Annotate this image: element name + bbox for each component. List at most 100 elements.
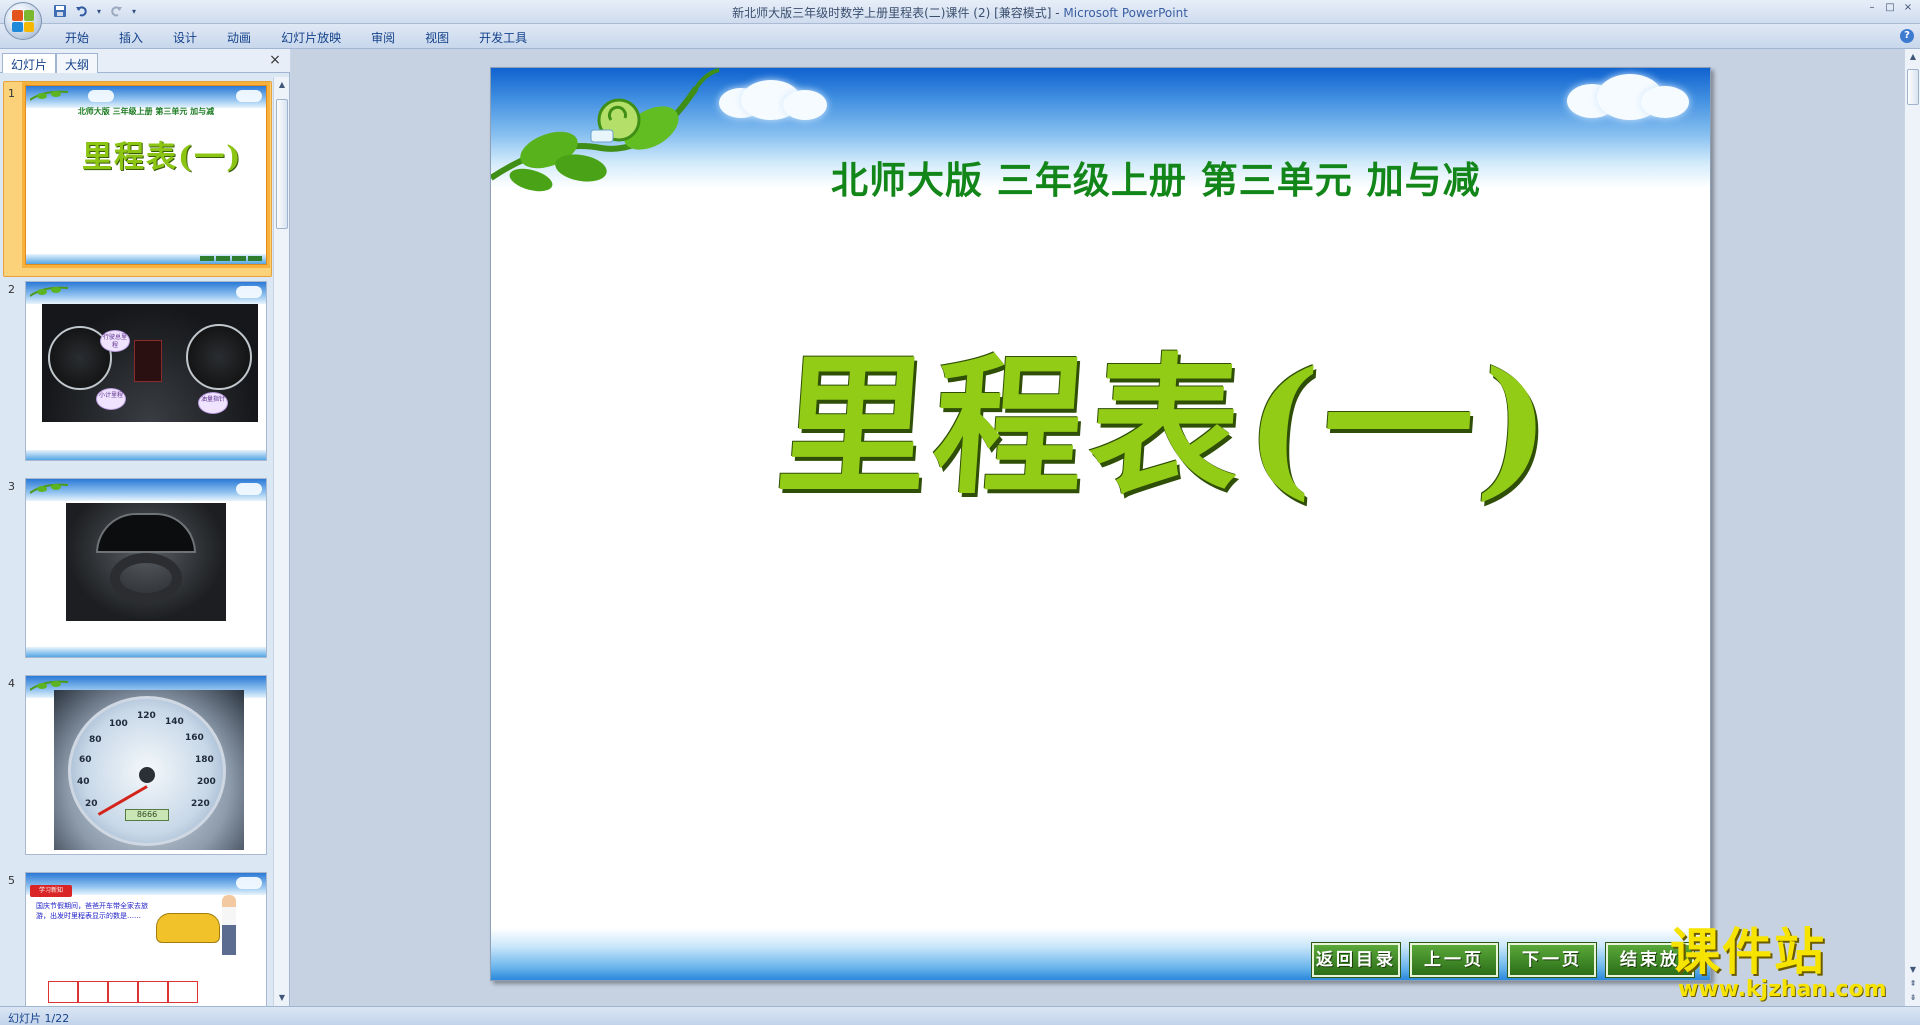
cloud-shape: [88, 90, 114, 102]
sky-band-bottom: [26, 450, 266, 460]
watermark-title: 课件站: [1670, 923, 1826, 981]
slide-number: 3: [8, 480, 15, 493]
tab-design[interactable]: 设计: [158, 29, 212, 47]
data-table: [48, 981, 198, 1006]
previous-page-button[interactable]: 上一页: [1409, 942, 1499, 978]
scroll-thumb[interactable]: [1907, 69, 1919, 105]
vine-decoration: [30, 483, 69, 494]
tab-home[interactable]: 开始: [50, 29, 104, 47]
scroll-thumb[interactable]: [276, 99, 288, 229]
tab-outline[interactable]: 大纲: [56, 53, 99, 73]
help-icon[interactable]: ?: [1900, 29, 1914, 43]
slide-title[interactable]: 里程表(一): [771, 306, 1564, 523]
slide-number: 5: [8, 874, 15, 887]
slide-preview: 北师大版 三年级上册 第三单元 加与减 里程表(一): [22, 82, 270, 268]
window-title: 新北师大版三年级时数学上册里程表(二)课件 (2) [兼容模式] - Micro…: [0, 4, 1920, 21]
status-bar: 幻灯片 1/22: [0, 1006, 1920, 1025]
current-slide[interactable]: 北师大版 三年级上册 第三单元 加与减 里程表(一) 返回目录 上一页 下一页 …: [490, 67, 1711, 981]
scroll-up-icon[interactable]: ▲: [1907, 51, 1919, 63]
slide-subtitle[interactable]: 北师大版 三年级上册 第三单元 加与减: [831, 150, 1481, 204]
vine-decoration: [30, 90, 69, 101]
office-logo-icon: [12, 10, 34, 32]
back-to-contents-button[interactable]: 返回目录: [1311, 942, 1401, 978]
thumbnail-title: 里程表(一): [82, 140, 243, 175]
speedometer-photo: 20 40 60 80 100 120 140 160 180 200 220 …: [54, 690, 244, 850]
speed-mark: 160: [185, 733, 204, 743]
next-page-button[interactable]: 下一页: [1507, 942, 1597, 978]
instrument-cluster: [96, 513, 196, 553]
cloud-shape: [236, 877, 262, 889]
minimize-button[interactable]: –: [1866, 2, 1878, 14]
slide-number: 2: [8, 283, 15, 296]
office-button[interactable]: [4, 2, 42, 40]
speed-mark: 20: [85, 799, 98, 809]
slide-preview: 行驶总里程 小计里程 油量指针: [25, 281, 267, 461]
panel-tab-strip: 幻灯片 大纲 ×: [0, 49, 290, 73]
application-name: Microsoft PowerPoint: [1063, 6, 1188, 20]
label-bubble: 小计里程: [96, 388, 126, 410]
needle-hub: [139, 767, 155, 783]
ribbon-tabs: 开始 插入 设计 动画 幻灯片放映 审阅 视图 开发工具: [50, 29, 542, 47]
slides-panel: 幻灯片 大纲 × 1 北师大版 三年级上册 第三单元 加与减 里程表(一) 2: [0, 49, 290, 1006]
slide-number: 4: [8, 677, 15, 690]
steering-wheel-photo: [66, 503, 226, 621]
slide-number: 1: [8, 87, 15, 100]
dashboard-photo: 行驶总里程 小计里程 油量指针: [42, 304, 258, 422]
driver-illustration: [222, 895, 236, 955]
speed-mark: 200: [197, 777, 216, 787]
tab-slideshow[interactable]: 幻灯片放映: [266, 29, 356, 47]
section-header: 学习新知: [30, 885, 72, 897]
slide-preview: 20 40 60 80 100 120 140 160 180 200 220 …: [25, 675, 267, 855]
cloud-shape: [236, 286, 262, 298]
steering-wheel-icon: [110, 553, 182, 603]
thumbnail-nav-buttons: [200, 256, 262, 261]
slide-preview: [25, 478, 267, 658]
thumbnail-scrollbar[interactable]: ▲ ▼: [273, 77, 289, 1006]
vine-snail-decoration: [491, 68, 720, 192]
tab-insert[interactable]: 插入: [104, 29, 158, 47]
scroll-down-icon[interactable]: ▼: [276, 992, 288, 1004]
restore-button[interactable]: □: [1884, 2, 1896, 14]
tab-view[interactable]: 视图: [410, 29, 464, 47]
site-watermark: 课件站 www.kjzhan.com: [1670, 925, 1910, 1001]
tab-animations[interactable]: 动画: [212, 29, 266, 47]
speedometer-dial: 20 40 60 80 100 120 140 160 180 200 220 …: [68, 696, 226, 846]
document-name: 新北师大版三年级时数学上册里程表(二)课件 (2) [兼容模式]: [732, 6, 1052, 20]
ribbon-tab-bar: 开始 插入 设计 动画 幻灯片放映 审阅 视图 开发工具 ?: [0, 24, 1920, 49]
watermark-url: www.kjzhan.com: [1678, 977, 1887, 1002]
odometer-display: 8666: [125, 809, 169, 821]
speed-mark: 220: [191, 799, 210, 809]
label-bubble: 行驶总里程: [100, 330, 130, 352]
label-bubble: 油量指针: [198, 392, 228, 414]
slide-scrollbar[interactable]: ▲ ▼ ⇞ ⇟: [1904, 49, 1920, 1006]
tab-developer[interactable]: 开发工具: [464, 29, 542, 47]
slide-indicator: 幻灯片 1/22: [8, 1012, 70, 1025]
panel-close-icon[interactable]: ×: [268, 53, 282, 67]
cloud-shape: [1641, 86, 1689, 118]
speed-mark: 80: [89, 735, 102, 745]
vine-decoration: [30, 286, 69, 297]
cloud-shape: [783, 90, 827, 120]
window-controls: – □ ×: [1866, 2, 1914, 14]
speed-mark: 140: [165, 717, 184, 727]
scroll-up-icon[interactable]: ▲: [276, 79, 288, 91]
slide-thumbnail-list: 1 北师大版 三年级上册 第三单元 加与减 里程表(一) 2 行驶总里程 小计里…: [0, 77, 274, 1006]
speed-mark: 180: [195, 755, 214, 765]
speedometer-gauge: [186, 324, 252, 390]
tab-review[interactable]: 审阅: [356, 29, 410, 47]
speed-mark: 120: [137, 711, 156, 721]
problem-text: 国庆节假期间，爸爸开车带全家去旅游，出发时里程表显示的数是……: [36, 902, 148, 920]
center-display: [134, 340, 162, 382]
thumbnail-subtitle: 北师大版 三年级上册 第三单元 加与减: [77, 107, 215, 116]
speed-mark: 60: [79, 755, 92, 765]
title-bar: ▾ ▾ 新北师大版三年级时数学上册里程表(二)课件 (2) [兼容模式] - M…: [0, 0, 1920, 40]
taxi-illustration: [156, 913, 220, 943]
sky-band-bottom: [26, 647, 266, 657]
tab-slides[interactable]: 幻灯片: [2, 53, 57, 73]
slide-editing-area: 北师大版 三年级上册 第三单元 加与减 里程表(一) 返回目录 上一页 下一页 …: [291, 49, 1904, 1006]
slide-navigation: 返回目录 上一页 下一页 结束放: [1311, 942, 1695, 978]
close-button[interactable]: ×: [1902, 2, 1914, 14]
speed-mark: 40: [77, 777, 90, 787]
slide-preview: 学习新知 国庆节假期间，爸爸开车带全家去旅游，出发时里程表显示的数是……: [25, 872, 267, 1006]
speed-mark: 100: [109, 719, 128, 729]
